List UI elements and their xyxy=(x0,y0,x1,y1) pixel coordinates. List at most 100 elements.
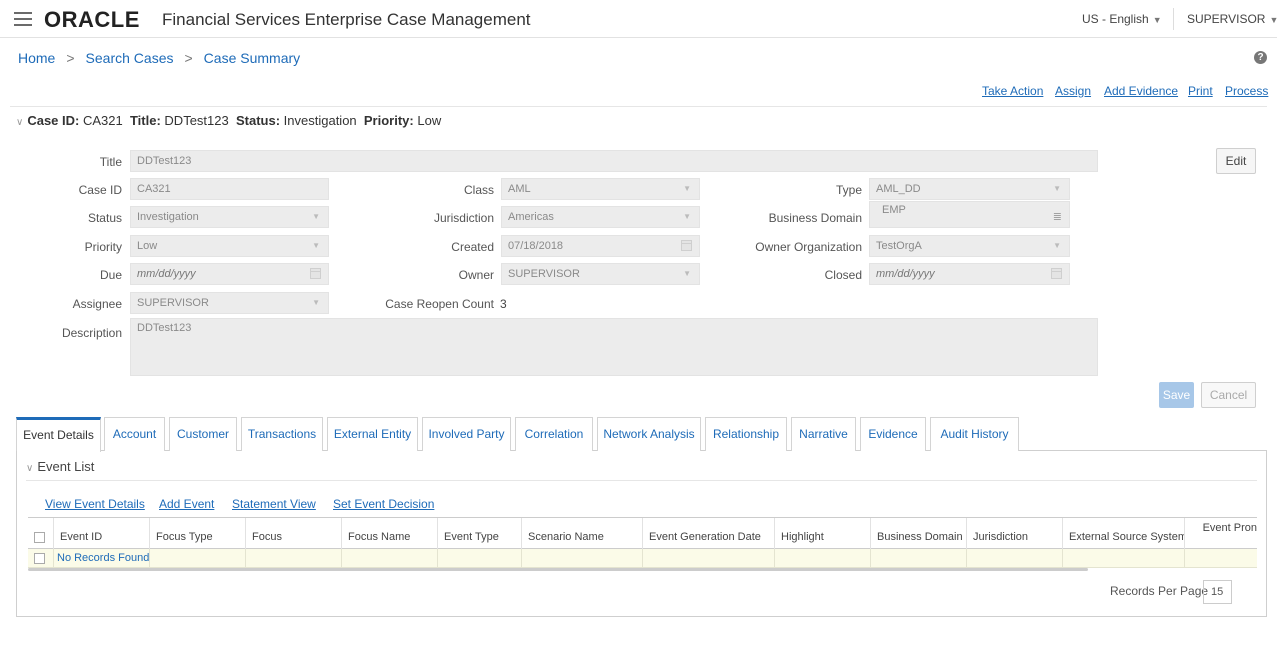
language-label: US - English xyxy=(1082,12,1149,26)
process-link[interactable]: Process xyxy=(1225,84,1268,98)
breadcrumb-search-cases[interactable]: Search Cases xyxy=(86,50,174,66)
assignee-select[interactable]: SUPERVISOR ▼ xyxy=(130,292,329,314)
owner-select[interactable]: SUPERVISOR ▼ xyxy=(501,263,700,285)
closed-field-label: Closed xyxy=(824,268,862,282)
priority-value: Low xyxy=(417,113,442,128)
tab-correlation[interactable]: Correlation xyxy=(515,417,593,451)
divider xyxy=(26,480,1257,481)
divider xyxy=(10,106,1267,107)
column-header[interactable]: Event ID xyxy=(53,518,149,549)
chevron-down-icon: ▼ xyxy=(312,298,320,307)
column-header[interactable]: Focus xyxy=(245,518,341,549)
column-header[interactable]: Focus Type xyxy=(149,518,245,549)
tab-transactions[interactable]: Transactions xyxy=(241,417,323,451)
tab-narrative[interactable]: Narrative xyxy=(791,417,856,451)
user-menu[interactable]: SUPERVISOR ▼ xyxy=(1187,12,1277,26)
case-reopen-count-value: 3 xyxy=(500,297,507,311)
owner-select-value: SUPERVISOR xyxy=(508,268,580,280)
table-row xyxy=(28,549,1257,568)
tab-involved-party[interactable]: Involved Party xyxy=(422,417,511,451)
calendar-icon[interactable] xyxy=(1051,268,1062,279)
view-event-details-link[interactable]: View Event Details xyxy=(45,497,145,511)
hamburger-menu-icon[interactable] xyxy=(14,12,32,26)
statement-view-link[interactable]: Statement View xyxy=(232,497,316,511)
print-link[interactable]: Print xyxy=(1188,84,1213,98)
take-action-link[interactable]: Take Action xyxy=(982,84,1043,98)
business-domain-select[interactable]: EMP ≣ xyxy=(869,201,1070,228)
tab-evidence[interactable]: Evidence xyxy=(860,417,926,451)
tab-audit-history[interactable]: Audit History xyxy=(930,417,1019,451)
type-select[interactable]: AML_DD ▼ xyxy=(869,178,1070,200)
class-select[interactable]: AML ▼ xyxy=(501,178,700,200)
table-cell xyxy=(53,549,54,568)
calendar-icon[interactable] xyxy=(681,240,692,251)
closed-date-field[interactable]: mm/dd/yyyy xyxy=(869,263,1070,285)
breadcrumb-case-summary[interactable]: Case Summary xyxy=(204,50,300,66)
tab-account[interactable]: Account xyxy=(104,417,165,451)
case-summary-header[interactable]: ∨ Case ID: CA321 Title: DDTest123 Status:… xyxy=(16,113,441,128)
language-selector[interactable]: US - English ▼ xyxy=(1082,12,1162,26)
column-header[interactable]: Business Domain xyxy=(870,518,966,549)
row-checkbox[interactable] xyxy=(34,553,45,564)
header-divider xyxy=(1173,8,1174,30)
title-field[interactable]: DDTest123 xyxy=(130,150,1098,172)
event-list-header[interactable]: ∨ Event List xyxy=(26,459,94,474)
due-date-placeholder: mm/dd/yyyy xyxy=(137,268,196,280)
help-icon[interactable]: ? xyxy=(1254,51,1267,64)
status-select[interactable]: Investigation ▼ xyxy=(130,206,329,228)
column-header[interactable]: Focus Name xyxy=(341,518,437,549)
type-field-label: Type xyxy=(835,183,862,197)
status-value: Investigation xyxy=(283,113,357,128)
chevron-down-icon: ▼ xyxy=(312,241,320,250)
column-header[interactable]: Highlight xyxy=(774,518,870,549)
status-select-value: Investigation xyxy=(137,211,199,223)
type-select-value: AML_DD xyxy=(876,183,921,195)
breadcrumb-separator: > xyxy=(66,50,75,66)
case-reopen-count-label: Case Reopen Count xyxy=(385,297,494,311)
created-date-field[interactable]: 07/18/2018 xyxy=(501,235,700,257)
calendar-icon[interactable] xyxy=(310,268,321,279)
title-field-label: Title xyxy=(99,155,122,169)
records-per-page-input[interactable]: 15 xyxy=(1203,580,1232,604)
breadcrumb-home[interactable]: Home xyxy=(18,50,55,66)
assign-link[interactable]: Assign xyxy=(1055,84,1091,98)
assignee-select-value: SUPERVISOR xyxy=(137,297,209,309)
tab-event-details[interactable]: Event Details xyxy=(16,417,101,452)
business-domain-value: EMP xyxy=(882,204,906,216)
tab-relationship[interactable]: Relationship xyxy=(705,417,787,451)
column-header[interactable]: External Source System xyxy=(1062,518,1184,549)
tab-network-analysis[interactable]: Network Analysis xyxy=(597,417,701,451)
owner-organization-select[interactable]: TestOrgA ▼ xyxy=(869,235,1070,257)
list-icon: ≣ xyxy=(1052,211,1062,223)
column-header[interactable]: Event Pron xyxy=(1184,518,1257,549)
priority-select-value: Low xyxy=(137,240,158,252)
table-cell xyxy=(341,549,342,568)
column-header[interactable]: Jurisdiction xyxy=(966,518,1062,549)
assignee-field-label: Assignee xyxy=(72,297,122,311)
edit-button[interactable]: Edit xyxy=(1216,148,1256,174)
description-textarea[interactable]: DDTest123 xyxy=(130,318,1098,376)
case-id-field[interactable]: CA321 xyxy=(130,178,329,200)
chevron-down-icon: ▼ xyxy=(312,212,320,221)
column-header[interactable]: Scenario Name xyxy=(521,518,642,549)
select-all-checkbox[interactable] xyxy=(34,532,45,543)
app-title: Financial Services Enterprise Case Manag… xyxy=(162,10,531,29)
tab-customer[interactable]: Customer xyxy=(169,417,237,451)
horizontal-scrollbar[interactable] xyxy=(28,568,1088,571)
chevron-down-icon: ▼ xyxy=(1053,241,1061,250)
user-name: SUPERVISOR xyxy=(1187,12,1266,26)
add-evidence-link[interactable]: Add Evidence xyxy=(1104,84,1178,98)
column-header[interactable]: Event Type xyxy=(437,518,521,549)
table-cell xyxy=(1184,549,1185,568)
closed-date-placeholder: mm/dd/yyyy xyxy=(876,268,935,280)
status-label: Status: xyxy=(235,113,281,128)
column-header[interactable]: Event Generation Date xyxy=(642,518,774,549)
cancel-button[interactable]: Cancel xyxy=(1201,382,1256,408)
due-date-field[interactable]: mm/dd/yyyy xyxy=(130,263,329,285)
tab-external-entity[interactable]: External Entity xyxy=(327,417,418,451)
save-button[interactable]: Save xyxy=(1159,382,1194,408)
jurisdiction-select[interactable]: Americas ▼ xyxy=(501,206,700,228)
add-event-link[interactable]: Add Event xyxy=(159,497,214,511)
set-event-decision-link[interactable]: Set Event Decision xyxy=(333,497,434,511)
priority-select[interactable]: Low ▼ xyxy=(130,235,329,257)
